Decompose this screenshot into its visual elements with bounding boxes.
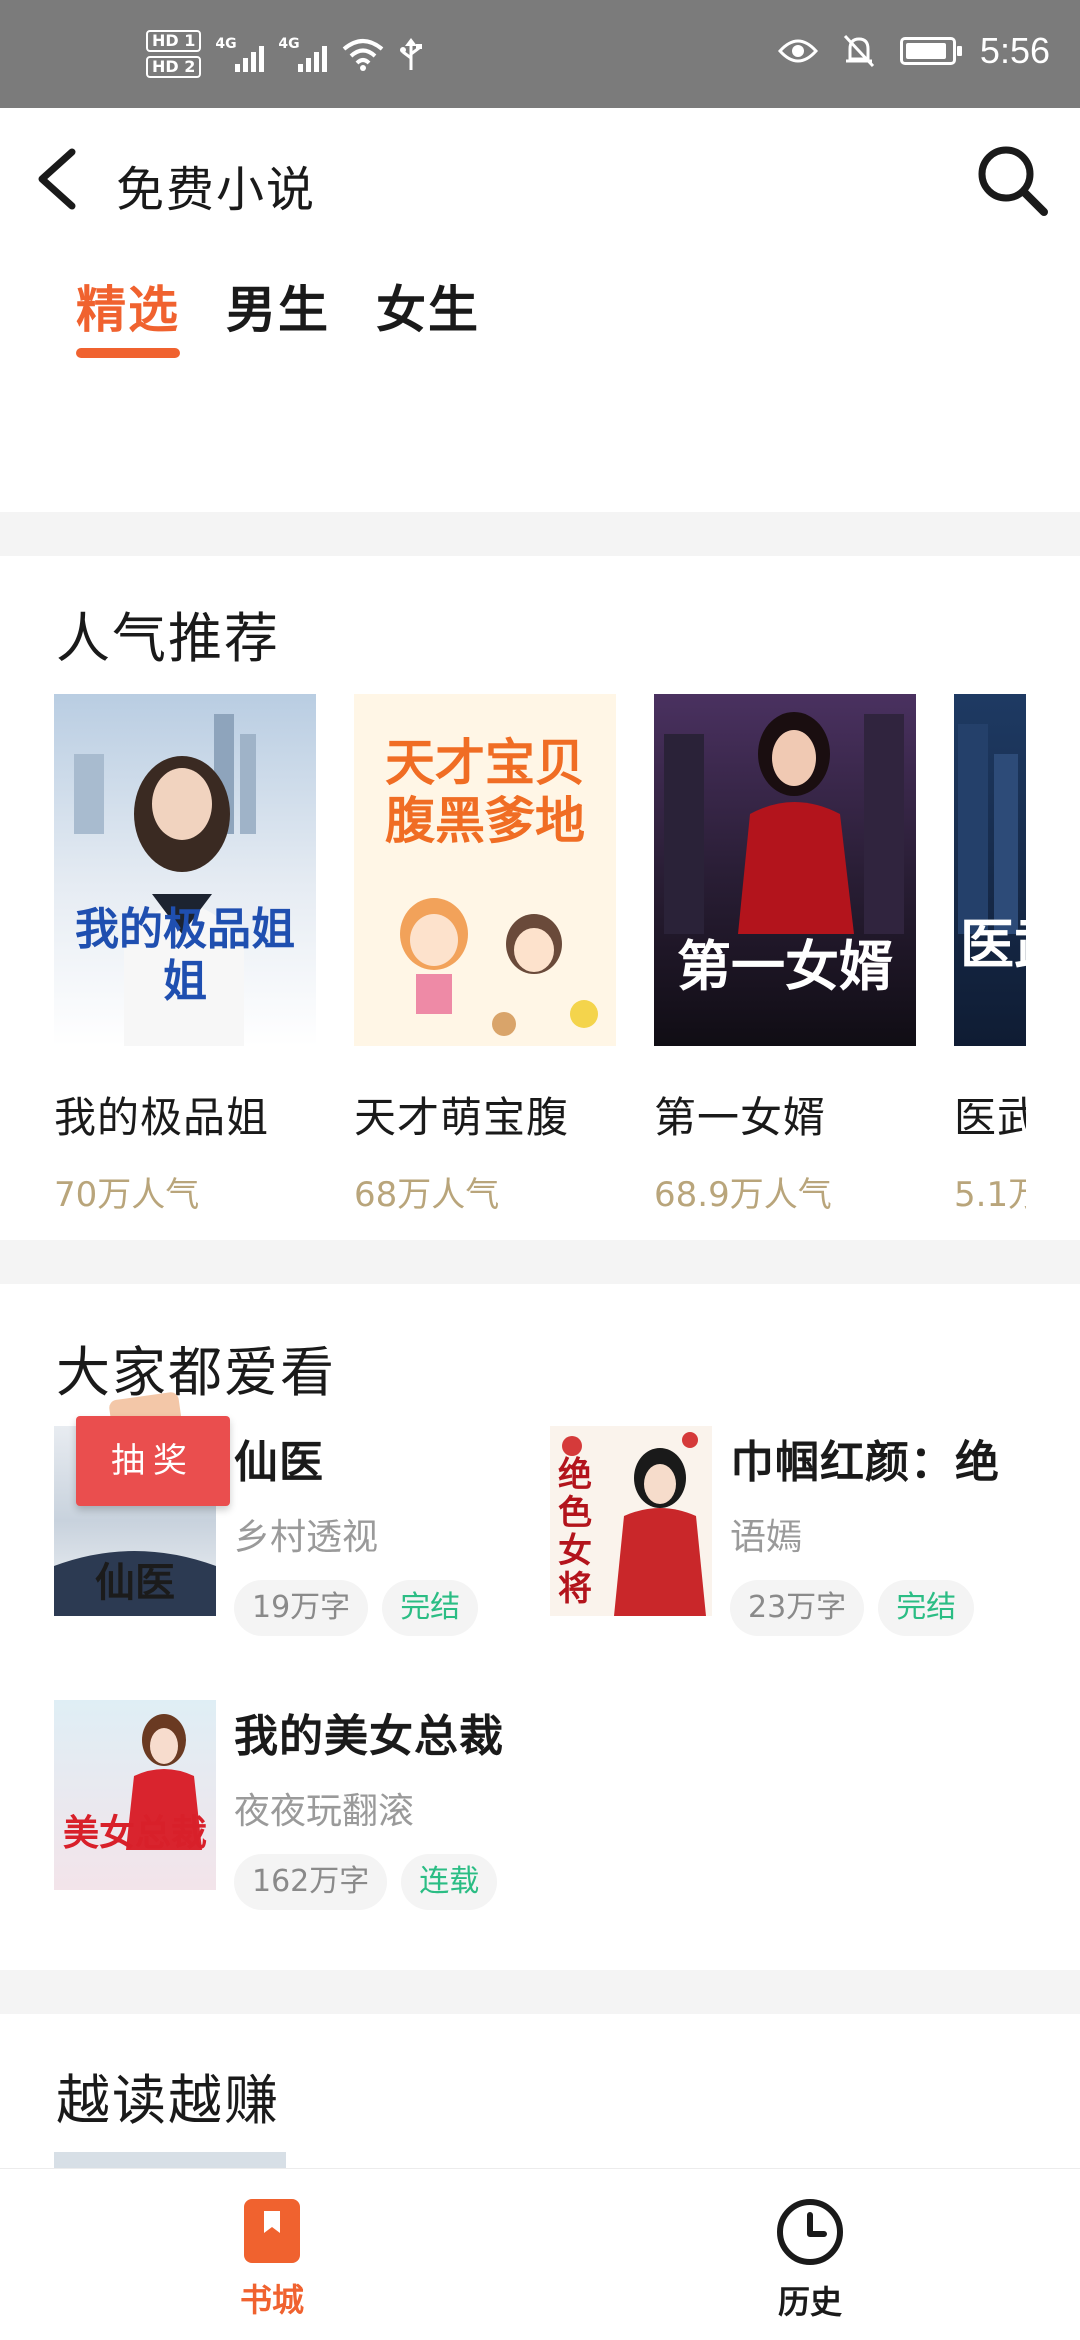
- clock-icon: [777, 2199, 843, 2265]
- popular-section-title: 人气推荐: [56, 607, 280, 670]
- section-divider: [0, 512, 1080, 556]
- battery-icon: [899, 37, 962, 65]
- book-name: 第一女婿: [654, 1093, 827, 1142]
- lottery-button[interactable]: 抽奖: [76, 1416, 230, 1506]
- signal-1-label: 4G: [215, 36, 237, 52]
- popular-book-card[interactable]: 我的极品姐姐 我的极品姐 70万人气: [54, 694, 316, 1214]
- nav-history-label: 历史: [777, 2283, 842, 2321]
- book-cover: 我的极品姐姐: [54, 694, 316, 1046]
- book-info: 巾帼红颜：绝 语嫣 23万字 完结: [730, 1426, 1030, 1636]
- status-bar: HD 1 HD 2 4G 4G 5:56: [0, 0, 1080, 108]
- nav-bookstore-label: 书城: [239, 2281, 304, 2319]
- tab-featured[interactable]: 精选: [76, 270, 180, 358]
- cover-title: 天才宝贝腹黑爹地: [385, 734, 585, 850]
- section-divider: [0, 1970, 1080, 2014]
- eye-icon: [777, 39, 818, 63]
- signal-2-icon: 4G: [278, 36, 328, 72]
- word-count-tag: 23万字: [730, 1580, 865, 1636]
- book-tags: 19万字 完结: [234, 1580, 534, 1636]
- cover-title: 美女总裁: [62, 1813, 207, 1854]
- bottom-nav: 书城 历史: [0, 2168, 1080, 2340]
- book-info: 仙医 乡村透视 19万字 完结: [234, 1426, 534, 1636]
- book-cover: 绝色女将: [550, 1426, 712, 1616]
- nav-history[interactable]: 历史: [730, 2197, 890, 2323]
- word-count-tag: 19万字: [234, 1580, 369, 1636]
- popular-book-card[interactable]: 第一女婿 第一女婿 68.9万人气: [654, 694, 916, 1214]
- book-info: 我的美女总裁 夜夜玩翻滚 162万字 连载: [234, 1700, 534, 1910]
- cover-art: [958, 724, 1018, 934]
- cover-title: 仙医: [95, 1559, 175, 1606]
- status-tag: 完结: [382, 1580, 479, 1636]
- cover-title: 绝色女将: [558, 1455, 592, 1609]
- book-name: 我的极品姐: [54, 1093, 270, 1142]
- hd2-badge: HD 2: [146, 56, 202, 78]
- book-title: 我的美女总裁: [234, 1711, 504, 1762]
- book-popularity: 5.1万: [954, 1175, 1026, 1214]
- wifi-icon: [343, 39, 384, 71]
- search-icon[interactable]: [974, 142, 1050, 218]
- book-cover: 天才宝贝腹黑爹地: [354, 694, 616, 1046]
- book-popularity: 70万人气: [54, 1175, 200, 1214]
- book-author: 夜夜玩翻滚: [234, 1791, 415, 1832]
- bookmark-icon: [244, 2199, 300, 2263]
- popular-book-card[interactable]: 天才宝贝腹黑爹地 天才萌宝腹 68万人气: [354, 694, 616, 1214]
- book-list-item[interactable]: 美女总裁 我的美女总裁 夜夜玩翻滚 162万字 连载: [54, 1700, 534, 1910]
- back-arrow-icon[interactable]: [30, 144, 90, 214]
- book-cover: 第一女婿: [654, 694, 916, 1046]
- book-title: 仙医: [234, 1437, 324, 1488]
- tab-male[interactable]: 男生: [226, 270, 330, 342]
- category-tabs: 精选 男生 女生: [76, 270, 480, 358]
- book-name: 医武: [954, 1093, 1026, 1142]
- hd-indicator: HD 1 HD 2: [146, 30, 202, 78]
- book-popularity: 68万人气: [354, 1175, 500, 1214]
- popular-list: 我的极品姐姐 我的极品姐 70万人气 天才宝贝腹黑爹地 天才萌宝腹 68万人气: [54, 694, 1026, 1214]
- book-author: 乡村透视: [234, 1517, 379, 1558]
- section-divider: [0, 1240, 1080, 1284]
- book-cover: 美女总裁: [54, 1700, 216, 1890]
- earn-section-title: 越读越赚: [56, 2069, 280, 2132]
- signal-2-label: 4G: [278, 36, 300, 52]
- book-list-item[interactable]: 绝色女将 巾帼红颜：绝 语嫣 23万字 完结: [550, 1426, 1030, 1636]
- everyone-section-title: 大家都爱看: [56, 1341, 336, 1404]
- hd1-badge: HD 1: [146, 30, 202, 52]
- book-tags: 162万字 连载: [234, 1854, 534, 1910]
- cover-title: 医武: [960, 913, 1026, 976]
- status-right: 5:56: [777, 30, 1050, 72]
- book-name: 天才萌宝腹: [354, 1093, 570, 1142]
- nav-bookstore[interactable]: 书城: [192, 2197, 352, 2321]
- book-popularity: 68.9万人气: [654, 1175, 832, 1214]
- status-time: 5:56: [979, 30, 1050, 71]
- cover-title: 我的极品姐姐: [75, 904, 295, 1007]
- cover-title: 第一女婿: [677, 935, 893, 998]
- usb-icon: [400, 38, 423, 70]
- book-author: 语嫣: [730, 1517, 803, 1558]
- signal-1-icon: 4G: [215, 36, 265, 72]
- tab-female[interactable]: 女生: [376, 270, 480, 342]
- page-title: 免费小说: [116, 162, 317, 218]
- status-tag: 连载: [401, 1854, 498, 1910]
- word-count-tag: 162万字: [234, 1854, 388, 1910]
- cover-art: [126, 1714, 202, 1850]
- app-header: 免费小说: [0, 108, 1080, 248]
- status-left: HD 1 HD 2 4G 4G: [146, 30, 423, 78]
- bell-muted-icon: [843, 34, 875, 68]
- popular-book-card[interactable]: 医武 医武 5.1万: [954, 694, 1026, 1214]
- book-title: 巾帼红颜：绝: [730, 1437, 1000, 1488]
- book-cover: 医武: [954, 694, 1026, 1046]
- book-tags: 23万字 完结: [730, 1580, 1030, 1636]
- status-tag: 完结: [878, 1580, 975, 1636]
